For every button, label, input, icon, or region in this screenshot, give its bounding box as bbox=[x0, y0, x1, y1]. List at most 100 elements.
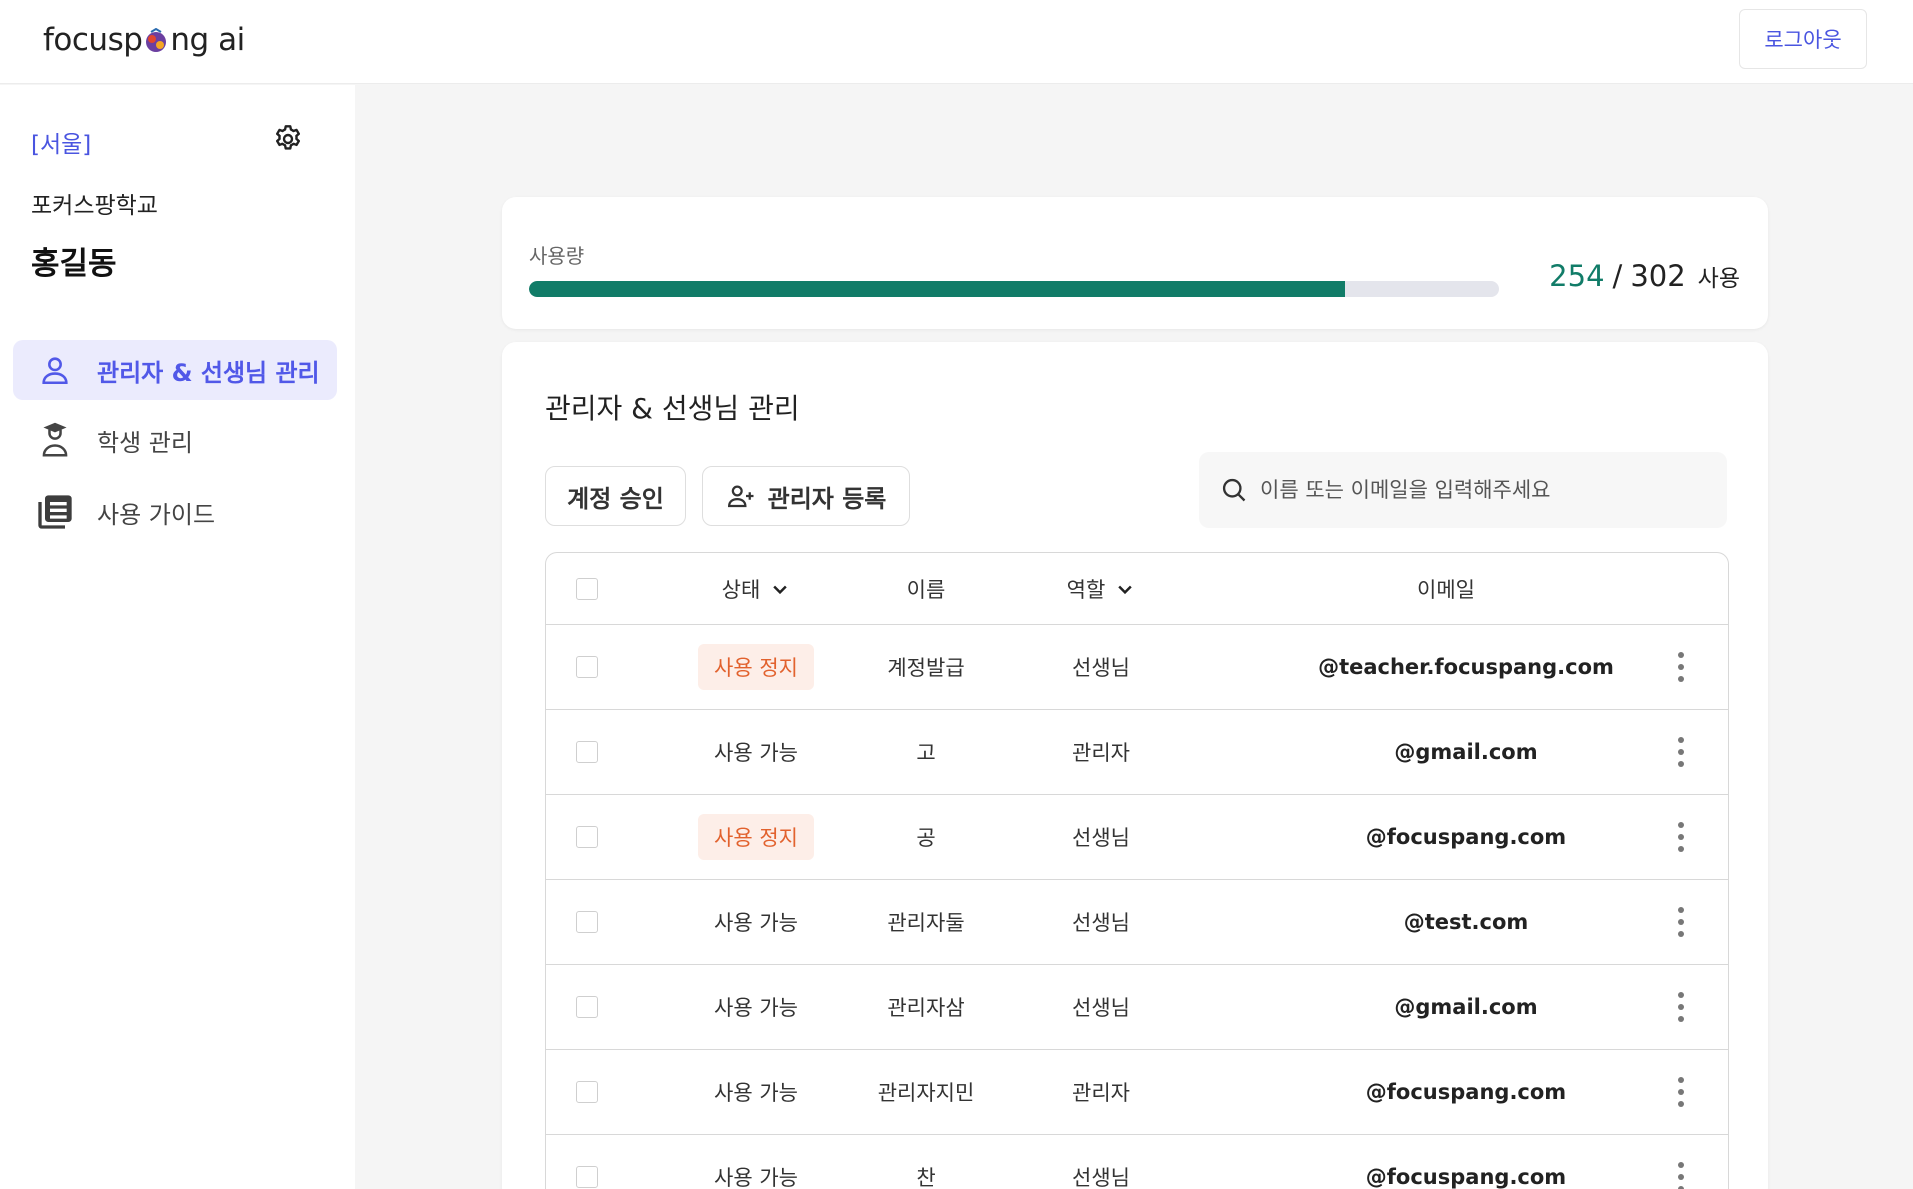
status-cell: 사용 가능 bbox=[661, 1050, 851, 1134]
table-row[interactable]: 사용 가능 고 관리자 @gmail.com bbox=[546, 710, 1728, 795]
table-row[interactable]: 사용 가능 관리자둘 선생님 @test.com bbox=[546, 880, 1728, 965]
name-cell: 관리자둘 bbox=[851, 880, 1001, 964]
role-cell: 관리자 bbox=[1016, 710, 1186, 794]
role-value: 선생님 bbox=[1072, 911, 1130, 935]
email-column-header: 이메일 bbox=[1336, 553, 1556, 624]
user-name-value: 공 bbox=[916, 826, 936, 850]
search-input[interactable] bbox=[1260, 478, 1700, 502]
more-cell bbox=[1661, 965, 1701, 1049]
user-name: 홍길동 bbox=[31, 246, 117, 282]
status-badge: 사용 정지 bbox=[698, 644, 814, 690]
role-cell: 선생님 bbox=[1016, 625, 1186, 709]
logo[interactable]: focusp ng ai bbox=[43, 22, 245, 58]
sidebar-item-guide[interactable]: 사용 가이드 bbox=[13, 482, 337, 542]
usage-total: 302 bbox=[1630, 259, 1686, 293]
row-select-cell bbox=[576, 880, 606, 964]
name-cell: 계정발급 bbox=[851, 625, 1001, 709]
more-options-icon[interactable] bbox=[1677, 907, 1685, 937]
approve-account-button[interactable]: 계정 승인 bbox=[545, 466, 686, 526]
search-icon bbox=[1222, 478, 1246, 502]
register-admin-button[interactable]: 관리자 등록 bbox=[702, 466, 910, 526]
person-icon bbox=[35, 350, 75, 390]
chevron-down-icon bbox=[1118, 585, 1133, 594]
select-all-cell bbox=[576, 553, 606, 624]
table-header: 상태 이름 역할 이메일 bbox=[546, 553, 1728, 625]
gear-icon[interactable] bbox=[272, 123, 304, 155]
row-select-cell bbox=[576, 1135, 606, 1189]
row-select-cell bbox=[576, 1050, 606, 1134]
row-select-cell bbox=[576, 710, 606, 794]
email-cell: @test.com bbox=[1226, 880, 1706, 964]
role-cell: 선생님 bbox=[1016, 880, 1186, 964]
main-card: 관리자 & 선생님 관리 계정 승인 관리자 등록 상태 이 bbox=[502, 342, 1768, 1189]
status-cell: 사용 가능 bbox=[661, 1135, 851, 1189]
usage-label: 사용량 bbox=[529, 244, 585, 268]
table-row[interactable]: 사용 가능 찬 선생님 @focuspang.com bbox=[546, 1135, 1728, 1189]
role-header-label: 역할 bbox=[1066, 577, 1106, 602]
row-checkbox[interactable] bbox=[576, 656, 598, 678]
email-value: @focuspang.com bbox=[1365, 825, 1567, 849]
more-options-icon[interactable] bbox=[1677, 1162, 1685, 1189]
user-name-value: 계정발급 bbox=[887, 656, 965, 680]
user-table: 상태 이름 역할 이메일 사용 정지 계정발급 선생님 @teacher.focusp… bbox=[545, 552, 1729, 1189]
sidebar-item-students[interactable]: 학생 관리 bbox=[13, 410, 337, 470]
email-cell: @gmail.com bbox=[1226, 710, 1706, 794]
name-cell: 공 bbox=[851, 795, 1001, 879]
email-cell: @focuspang.com bbox=[1226, 1135, 1706, 1189]
user-name-value: 관리자지민 bbox=[877, 1081, 975, 1105]
more-cell bbox=[1661, 625, 1701, 709]
user-name-value: 고 bbox=[916, 741, 936, 765]
name-cell: 관리자지민 bbox=[851, 1050, 1001, 1134]
sidebar-item-admin-teacher[interactable]: 관리자 & 선생님 관리 bbox=[13, 340, 337, 400]
name-cell: 고 bbox=[851, 710, 1001, 794]
name-cell: 찬 bbox=[851, 1135, 1001, 1189]
approve-account-label: 계정 승인 bbox=[567, 484, 664, 513]
select-all-checkbox[interactable] bbox=[576, 577, 598, 600]
status-header-label: 상태 bbox=[721, 577, 761, 602]
status-column-header[interactable]: 상태 bbox=[661, 553, 851, 624]
email-value: @focuspang.com bbox=[1365, 1080, 1567, 1104]
app-header: focusp ng ai 로그아웃 bbox=[0, 0, 1913, 84]
logo-ball-icon bbox=[146, 28, 167, 52]
more-cell bbox=[1661, 1135, 1701, 1189]
status-cell: 사용 정지 bbox=[661, 795, 851, 879]
row-checkbox[interactable] bbox=[576, 741, 598, 763]
status-cell: 사용 정지 bbox=[661, 625, 851, 709]
register-admin-label: 관리자 등록 bbox=[767, 484, 887, 513]
table-row[interactable]: 사용 가능 관리자삼 선생님 @gmail.com bbox=[546, 965, 1728, 1050]
logo-text-prefix: focusp bbox=[43, 22, 143, 58]
role-cell: 선생님 bbox=[1016, 965, 1186, 1049]
email-cell: @focuspang.com bbox=[1226, 1050, 1706, 1134]
table-row[interactable]: 사용 가능 관리자지민 관리자 @focuspang.com bbox=[546, 1050, 1728, 1135]
row-select-cell bbox=[576, 625, 606, 709]
more-options-icon[interactable] bbox=[1677, 822, 1685, 852]
usage-progress-bar bbox=[529, 281, 1499, 297]
region-label: [서울] bbox=[31, 132, 92, 158]
search-box bbox=[1199, 452, 1727, 528]
table-row[interactable]: 사용 정지 공 선생님 @focuspang.com bbox=[546, 795, 1728, 880]
logout-button[interactable]: 로그아웃 bbox=[1739, 9, 1867, 69]
role-value: 선생님 bbox=[1072, 1166, 1130, 1189]
row-checkbox[interactable] bbox=[576, 1166, 598, 1188]
role-cell: 관리자 bbox=[1016, 1050, 1186, 1134]
more-options-icon[interactable] bbox=[1677, 992, 1685, 1022]
name-header-label: 이름 bbox=[906, 577, 946, 602]
role-value: 관리자 bbox=[1072, 1081, 1130, 1105]
more-options-icon[interactable] bbox=[1677, 652, 1685, 682]
row-checkbox[interactable] bbox=[576, 996, 598, 1018]
row-checkbox[interactable] bbox=[576, 1081, 598, 1103]
row-checkbox[interactable] bbox=[576, 911, 598, 933]
status-badge: 사용 가능 bbox=[714, 1081, 798, 1105]
email-value: @test.com bbox=[1403, 910, 1529, 934]
user-name-value: 관리자삼 bbox=[887, 996, 965, 1020]
more-options-icon[interactable] bbox=[1677, 1077, 1685, 1107]
role-column-header[interactable]: 역할 bbox=[1016, 553, 1186, 624]
table-row[interactable]: 사용 정지 계정발급 선생님 @teacher.focuspang.com bbox=[546, 625, 1728, 710]
more-options-icon[interactable] bbox=[1677, 737, 1685, 767]
sidebar: [서울] 포커스팡학교 홍길동 관리자 & 선생님 관리 학생 관리 사용 가이… bbox=[0, 85, 355, 1189]
sidebar-item-label: 학생 관리 bbox=[97, 428, 193, 457]
row-checkbox[interactable] bbox=[576, 826, 598, 848]
usage-count: 254 / 302 사용 bbox=[1549, 259, 1740, 293]
email-header-label: 이메일 bbox=[1417, 577, 1475, 602]
more-cell bbox=[1661, 710, 1701, 794]
